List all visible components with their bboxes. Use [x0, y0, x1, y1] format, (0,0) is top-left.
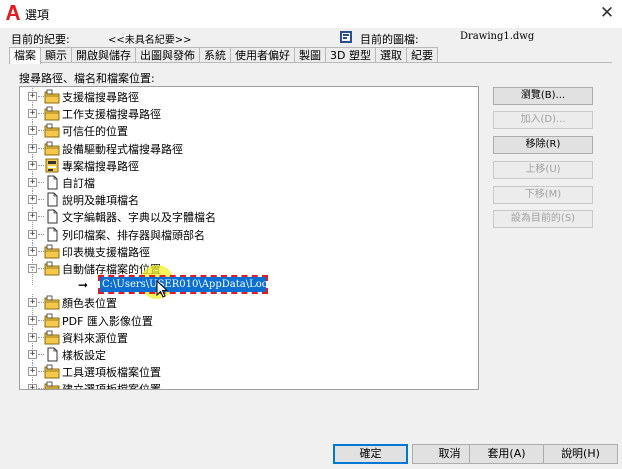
tree-item[interactable]: + 專案檔搜尋路徑 [20, 156, 465, 174]
autocad-a-icon [6, 5, 20, 20]
expand-icon[interactable]: + [28, 143, 37, 153]
search-paths-label: 搜尋路徑、檔名和檔案位置: [19, 72, 155, 85]
tree-item-label: 自訂檔 [62, 177, 95, 190]
tab-display[interactable]: 顯示 [40, 47, 72, 63]
expand-icon[interactable]: + [28, 350, 37, 359]
tab-profiles[interactable]: 紀要 [405, 47, 438, 63]
tree-connector [32, 269, 33, 286]
current-profile-value: <<未具名紀要>> [108, 35, 192, 46]
tree-item-label: 工作支援檔搜尋路徑 [62, 108, 161, 122]
expand-icon[interactable]: + [28, 246, 37, 256]
tree-item[interactable]: + 可信任的位置 [20, 122, 465, 140]
tree-item[interactable]: + 資料來源位置 [20, 328, 465, 346]
tree-item[interactable]: + 列印檔案、排存器與檔頭部名 [20, 225, 465, 243]
expand-icon[interactable]: + [28, 109, 37, 119]
move-up-button[interactable]: 上移(U) [493, 161, 593, 179]
tree-item-label: 列印檔案、排存器與檔頭部名 [62, 228, 205, 242]
apply-button[interactable]: 套用(A) [469, 444, 544, 464]
tree-item-label: 工具選項板檔案位置 [62, 366, 161, 380]
expand-icon[interactable]: + [28, 195, 37, 205]
tab-3d-modeling[interactable]: 3D 塑型 [325, 47, 376, 63]
tab-plot-and-publish[interactable]: 出圖與發佈 [135, 47, 200, 63]
close-button[interactable]: ✕ [596, 3, 618, 23]
current-drawing-label: 目前的圖檔: [360, 33, 419, 46]
tree-item[interactable]: + 建立選項板檔案位置 [20, 380, 465, 390]
window-title: 選項 [25, 8, 50, 22]
tree-item[interactable]: + 顏色表位置 [20, 294, 465, 312]
tree-item[interactable]: + 文字編輯器、字典以及字體檔名 [20, 208, 465, 226]
tree-item-label: PDF 匯入影像位置 [62, 314, 153, 328]
ok-button[interactable]: 確定 [333, 444, 408, 464]
expand-icon[interactable]: + [28, 298, 37, 308]
expand-icon[interactable]: + [28, 229, 37, 239]
expand-icon[interactable]: + [28, 367, 37, 377]
expand-icon[interactable]: + [28, 178, 37, 187]
tab-drafting[interactable]: 製圖 [294, 47, 326, 63]
current-profile-label: 目前的紀要: [11, 33, 70, 46]
tree-item-label: 專案檔搜尋路徑 [62, 159, 139, 173]
tree-item[interactable]: + 工作支援檔搜尋路徑 [20, 105, 465, 123]
tree-item-label: 可信任的位置 [62, 125, 128, 139]
close-icon: ✕ [599, 3, 615, 23]
expand-icon[interactable]: + [28, 212, 37, 222]
tab-open-and-save[interactable]: 開啟與儲存 [71, 47, 136, 63]
tab-strip: 檔案 顯示 開啟與儲存 出圖與發佈 系統 使用者偏好 製圖 3D 塑型 選取 紀… [9, 47, 438, 64]
tree-item-label: 印表機支援檔路徑 [62, 245, 150, 259]
expand-icon[interactable]: + [28, 384, 37, 389]
expand-icon[interactable]: + [28, 160, 37, 170]
move-down-button[interactable]: 下移(M) [493, 186, 593, 204]
tree-item-label: 支援檔搜尋路徑 [62, 91, 139, 104]
add-button[interactable]: 加入(D)... [493, 111, 593, 129]
tree-item[interactable]: + 設備驅動程式檔搜尋路徑 [20, 139, 465, 157]
path-arrow-icon: ➞ [78, 278, 89, 293]
tree-item[interactable]: + 自訂檔 [20, 174, 465, 191]
drawing-icon [340, 31, 352, 43]
tab-user-preferences[interactable]: 使用者偏好 [230, 47, 295, 63]
tree-item-label: 文字編輯器、字典以及字體檔名 [62, 211, 216, 225]
expand-icon[interactable]: + [28, 315, 37, 325]
current-drawing-value: Drawing1.dwg [460, 31, 535, 42]
expand-icon[interactable]: + [28, 332, 37, 342]
set-current-button[interactable]: 設為目前的(S) [493, 210, 593, 228]
expand-icon[interactable]: + [28, 126, 37, 136]
tab-files[interactable]: 檔案 [9, 47, 41, 64]
tree-item[interactable]: + 印表機支援檔路徑 [20, 242, 465, 260]
autosave-path-field[interactable]: C:\Users\USER010\AppData\Local\Temp\ [98, 275, 268, 295]
tree-item[interactable]: + 說明及雜項檔名 [20, 191, 465, 209]
autosave-path-row[interactable]: ➞ C:\Users\USER010\AppData\Local\Temp\ [20, 265, 465, 300]
tab-divider [9, 62, 612, 63]
browse-button[interactable]: 瀏覽(B)... [493, 87, 593, 105]
tree-item-label: 建立選項板檔案位置 [62, 383, 161, 390]
search-path-tree[interactable]: + 支援檔搜尋路徑 + 工作支援檔搜尋路徑 + 可信任的位置 + 設備驅動程式檔搜尋路徑 + 專案… [19, 86, 479, 390]
tree-item[interactable]: − 自動儲存檔案的位置 [20, 260, 465, 277]
help-button[interactable]: 說明(H) [543, 444, 618, 464]
tree-item[interactable]: + 工具選項板檔案位置 [20, 363, 465, 381]
tree-item-label: 樣板設定 [62, 349, 106, 362]
tab-system[interactable]: 系統 [199, 47, 231, 63]
tree-item[interactable]: + 支援檔搜尋路徑 [20, 88, 465, 105]
tree-item-label: 顏色表位置 [62, 297, 117, 311]
tree-item[interactable]: + 樣板設定 [20, 346, 465, 363]
remove-button[interactable]: 移除(R) [493, 136, 593, 154]
expand-icon[interactable]: + [28, 92, 37, 101]
tab-selection[interactable]: 選取 [374, 47, 407, 63]
tree-item-label: 說明及雜項檔名 [62, 194, 139, 208]
title-bar: 選項 ✕ [0, 0, 622, 28]
tree-item-label: 設備驅動程式檔搜尋路徑 [62, 142, 183, 156]
tree-item-label: 資料來源位置 [62, 331, 128, 345]
tree-item[interactable]: + PDF 匯入影像位置 [20, 311, 465, 329]
